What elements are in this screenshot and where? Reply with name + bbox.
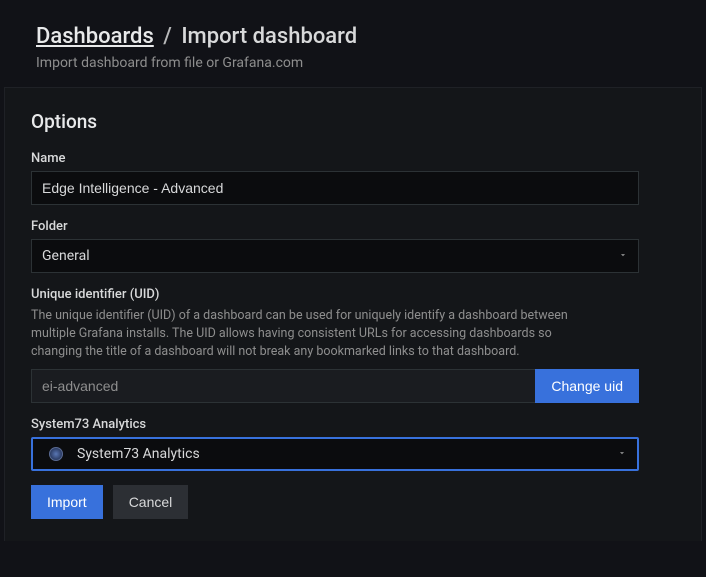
chevron-down-icon: [617, 446, 627, 462]
folder-label: Folder: [31, 219, 675, 234]
name-label: Name: [31, 151, 675, 166]
datasource-selected-value: System73 Analytics: [77, 446, 200, 462]
uid-help-text: The unique identifier (UID) of a dashboa…: [31, 307, 571, 361]
chevron-down-icon: [618, 248, 628, 264]
breadcrumb: Dashboards / Import dashboard: [36, 24, 670, 49]
uid-label: Unique identifier (UID): [31, 287, 675, 302]
folder-selected-value: General: [42, 248, 90, 264]
breadcrumb-current: Import dashboard: [181, 24, 357, 49]
folder-select[interactable]: General: [31, 239, 639, 273]
breadcrumb-dashboards-link[interactable]: Dashboards: [36, 24, 154, 49]
breadcrumb-separator: /: [159, 24, 181, 49]
datasource-label: System73 Analytics: [31, 417, 675, 432]
datasource-select[interactable]: System73 Analytics: [31, 437, 639, 471]
name-input[interactable]: [31, 171, 639, 205]
options-panel: Options Name Folder General Unique ident…: [4, 87, 702, 541]
import-button[interactable]: Import: [31, 485, 103, 519]
change-uid-button[interactable]: Change uid: [535, 369, 639, 403]
datasource-icon: [49, 447, 63, 461]
section-title: Options: [31, 110, 675, 133]
uid-input: [31, 369, 535, 403]
page-subtitle: Import dashboard from file or Grafana.co…: [36, 55, 670, 71]
cancel-button[interactable]: Cancel: [113, 485, 189, 519]
